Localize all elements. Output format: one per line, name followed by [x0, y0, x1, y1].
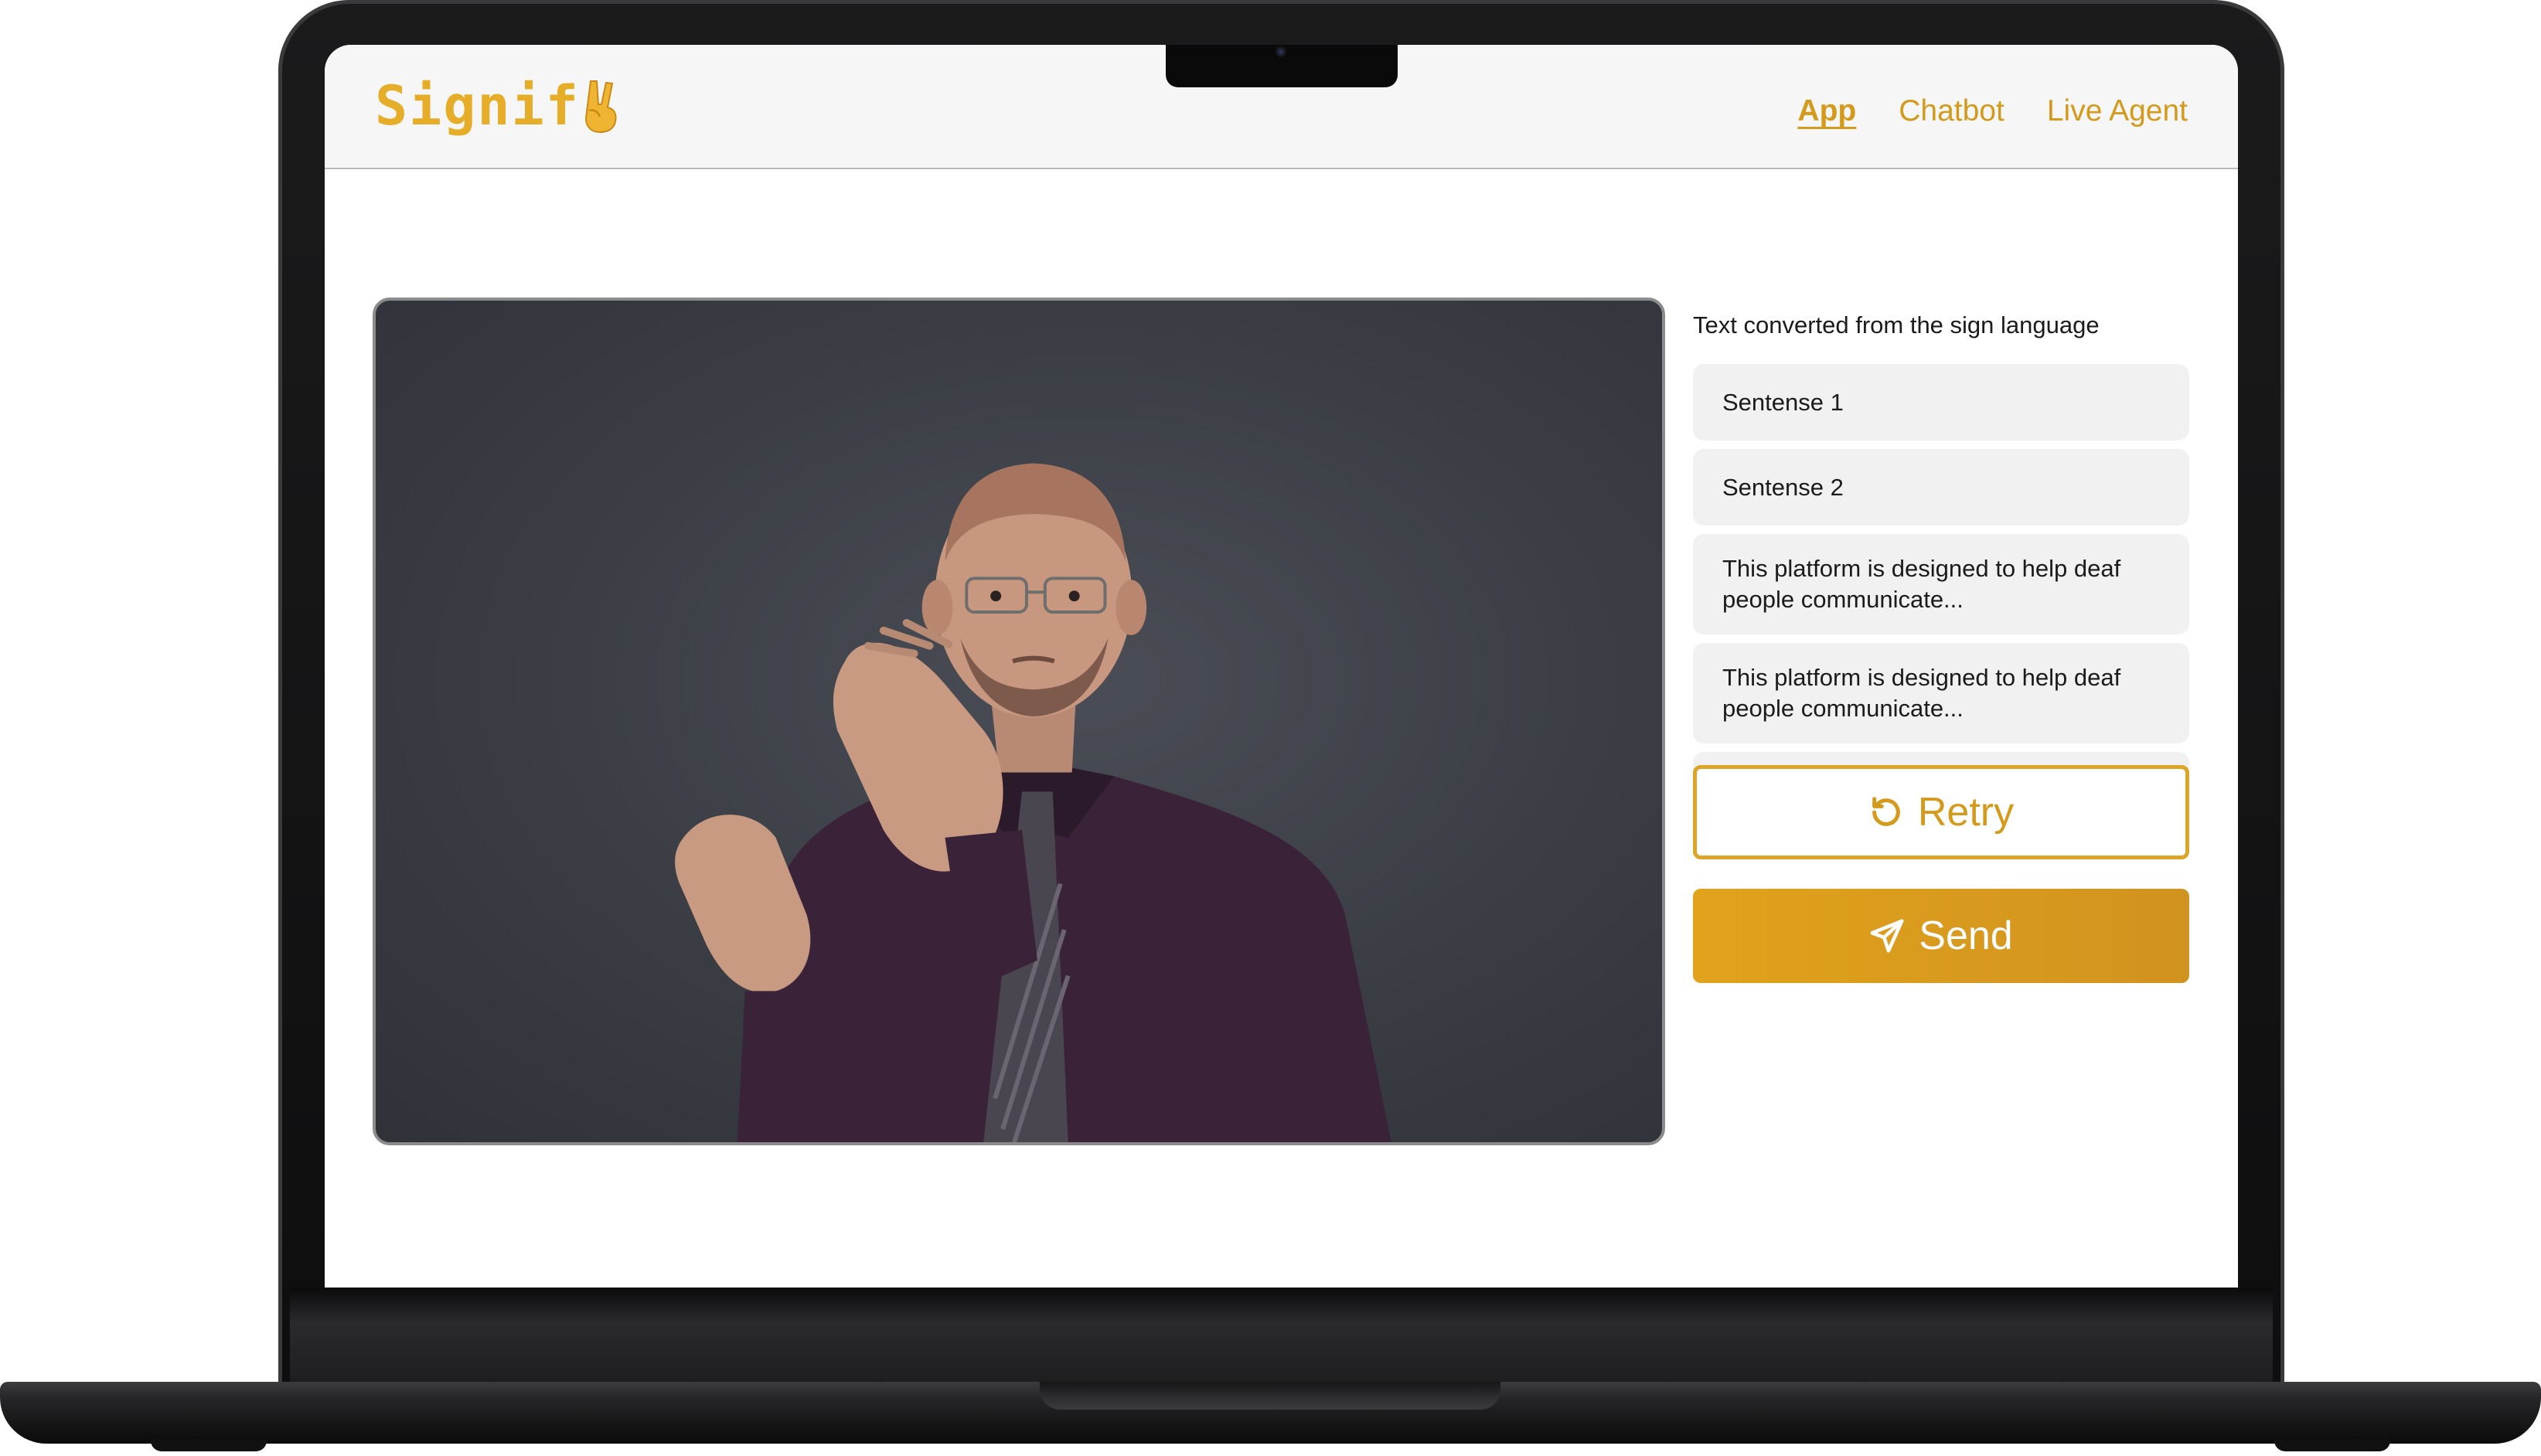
- paper-plane-icon: [1869, 918, 1905, 954]
- app-logo[interactable]: Signif: [375, 74, 620, 138]
- laptop-foot: [2274, 1439, 2390, 1451]
- sentence-item[interactable]: This platform is designed to help deaf p…: [1693, 643, 2189, 743]
- retry-button[interactable]: Retry: [1693, 765, 2189, 859]
- sentence-item[interactable]: This platform is designed to help deaf p…: [1693, 534, 2189, 634]
- transcript-panel: Text converted from the sign language Se…: [1693, 298, 2189, 828]
- laptop-hinge-notch: [1040, 1382, 1500, 1410]
- sign-language-video-illustration: [675, 463, 1391, 1142]
- sentence-item[interactable]: Sentense 1: [1693, 364, 2189, 441]
- nav-item-live-agent[interactable]: Live Agent: [2047, 94, 2188, 128]
- app-screen: Signif App Chatbot Live Agent Text conve…: [325, 45, 2238, 1288]
- nav-item-app[interactable]: App: [1797, 94, 1856, 128]
- sentence-item[interactable]: Sentense 2: [1693, 449, 2189, 526]
- send-label: Send: [1919, 913, 2013, 958]
- sentence-list: Sentense 1 Sentense 2 This platform is d…: [1693, 364, 2189, 828]
- laptop-foot: [151, 1439, 267, 1451]
- rotate-ccw-icon: [1868, 794, 1904, 830]
- retry-label: Retry: [1917, 790, 2015, 835]
- laptop-bezel: [290, 1288, 2273, 1387]
- logo-text: Signif: [375, 74, 580, 138]
- send-button[interactable]: Send: [1693, 889, 2189, 983]
- victory-hand-icon: [581, 78, 620, 134]
- transcript-label: Text converted from the sign language: [1693, 311, 2100, 338]
- main-nav: App Chatbot Live Agent: [1797, 94, 2188, 128]
- camera-icon: [1276, 46, 1286, 57]
- video-feed[interactable]: [373, 298, 1665, 1145]
- nav-item-chatbot[interactable]: Chatbot: [1899, 94, 2005, 128]
